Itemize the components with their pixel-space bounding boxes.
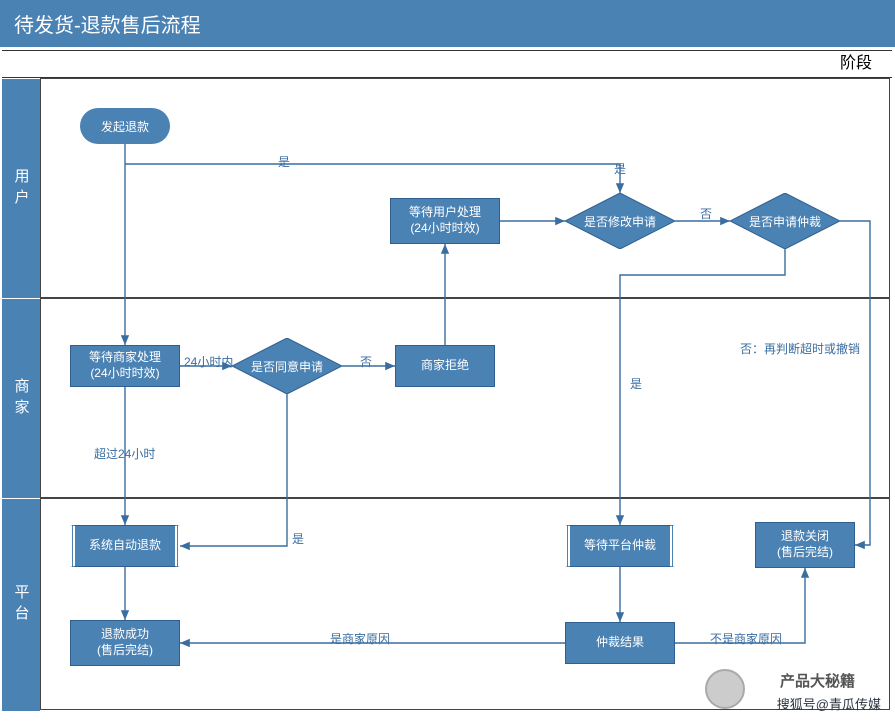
node-start-label: 发起退款 [101, 118, 149, 135]
node-merchant-reject-label: 商家拒绝 [421, 358, 469, 374]
node-refund-close: 退款关闭 (售后完结) [755, 522, 855, 568]
lane-label-merchant: 商家 [2, 298, 40, 499]
node-wait-user: 等待用户处理 (24小时时效) [390, 198, 500, 244]
watermark-title: 产品大秘籍 [780, 670, 855, 691]
edge-arb-yes: 是 [630, 375, 642, 392]
lane-platform-text: 平台 [11, 584, 32, 626]
node-refund-success: 退款成功 (售后完结) [70, 620, 180, 666]
title-bar: 待发货-退款售后流程 [0, 0, 895, 47]
node-wait-merchant: 等待商家处理 (24小时时效) [70, 345, 180, 387]
edge-within24: 24小时内 [184, 353, 233, 370]
node-arbitrate-result-label: 仲裁结果 [596, 635, 644, 651]
edge-modify-no: 否 [700, 205, 712, 222]
node-auto-refund-label: 系统自动退款 [89, 538, 161, 554]
lane-merchant-text: 商家 [11, 378, 32, 420]
flowchart-page: 待发货-退款售后流程 阶段 用户 商家 平台 发起退款 等待商家处理 (24小时… [0, 0, 895, 725]
node-arbitrate-ask-label: 是否申请仲裁 [749, 213, 821, 230]
lane-label-user: 用户 [2, 78, 40, 299]
edge-not-merchant-cause: 不是商家原因 [710, 630, 782, 647]
node-merchant-reject: 商家拒绝 [395, 345, 495, 387]
node-agree-label: 是否同意申请 [251, 358, 323, 375]
watermark-logo [705, 669, 745, 709]
node-refund-success-label: 退款成功 (售后完结) [97, 627, 153, 658]
node-arbitrate-result: 仲裁结果 [565, 622, 675, 664]
node-modify-label: 是否修改申请 [584, 213, 656, 230]
edge-is-merchant-cause: 是商家原因 [330, 630, 390, 647]
watermark-sub: 搜狐号@青瓜传媒 [777, 694, 881, 713]
node-arbitrate-ask: 是否申请仲裁 [730, 193, 840, 249]
node-wait-platform: 等待平台仲裁 [565, 525, 675, 567]
node-start: 发起退款 [80, 108, 170, 144]
node-wait-merchant-label: 等待商家处理 (24小时时效) [89, 350, 161, 381]
lane-label-platform: 平台 [2, 498, 40, 711]
stage-label: 阶段 [840, 55, 872, 72]
edge-over24: 超过24小时 [94, 445, 155, 462]
node-agree: 是否同意申请 [232, 338, 342, 394]
node-wait-platform-label: 等待平台仲裁 [584, 538, 656, 554]
lane-user-text: 用户 [11, 168, 32, 210]
stage-header: 阶段 [2, 50, 892, 78]
lane-merchant [40, 298, 890, 498]
edge-yes1: 是 [278, 153, 290, 170]
title-text: 待发货-退款售后流程 [14, 9, 201, 38]
edge-modify-yes: 是 [614, 160, 626, 177]
edge-agree-yes: 是 [292, 530, 304, 547]
node-modify: 是否修改申请 [565, 193, 675, 249]
node-auto-refund: 系统自动退款 [70, 525, 180, 567]
edge-no-agree: 否 [360, 353, 372, 370]
node-refund-close-label: 退款关闭 (售后完结) [777, 529, 833, 560]
node-wait-user-label: 等待用户处理 (24小时时效) [409, 205, 481, 236]
edge-arb-no: 否：再判断超时或撤销 [740, 340, 880, 357]
lane-user [40, 78, 890, 298]
